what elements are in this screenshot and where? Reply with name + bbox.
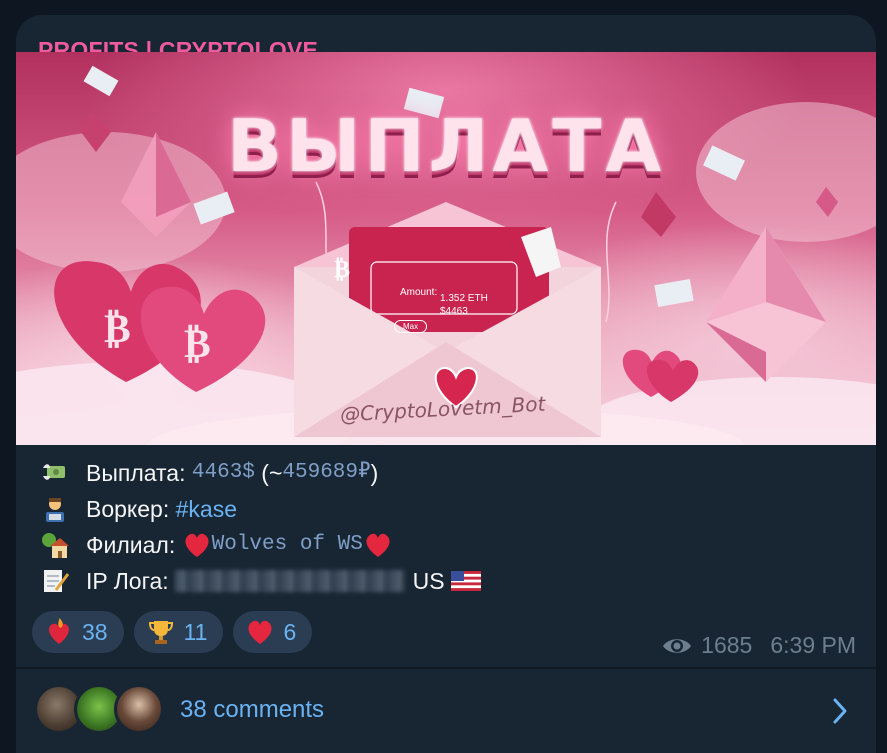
views-count: 1685 <box>701 632 753 658</box>
house-with-garden-icon <box>42 533 69 558</box>
banner-title: ВЫПЛАТА <box>226 104 666 188</box>
memo-icon <box>44 570 70 592</box>
branch-label: Филиал: <box>86 532 176 558</box>
message-text: Выплата: 4463$ (~ 459689₽) Воркер: #kase … <box>40 455 481 599</box>
payout-rub[interactable]: 459689₽ <box>282 455 370 491</box>
payout-open-paren: (~ <box>261 460 283 486</box>
svg-text:₿: ₿ <box>334 255 350 283</box>
us-flag-icon <box>451 571 481 591</box>
worker-line: Воркер: #kase <box>40 491 481 527</box>
comments-count-label[interactable]: 38 comments <box>180 696 324 724</box>
max-label: Max <box>394 320 428 333</box>
worker-label: Воркер: <box>86 496 170 522</box>
heart-on-fire-icon <box>49 618 69 644</box>
heart-icon <box>185 533 209 557</box>
message-meta: 1685 6:39 PM <box>661 632 856 659</box>
reaction-count: 11 <box>183 618 208 645</box>
money-with-wings-icon <box>43 464 65 480</box>
payout-amount[interactable]: 4463$ <box>192 455 255 491</box>
reaction-red-heart[interactable]: 6 <box>233 611 313 653</box>
avatar <box>114 684 164 734</box>
commenter-avatars <box>34 684 164 734</box>
eye-icon <box>663 638 692 653</box>
ip-country: US <box>412 568 445 594</box>
reaction-heart-on-fire[interactable]: 38 <box>32 611 124 653</box>
payout-close-paren: ) <box>370 460 379 486</box>
channel-post: PROFITS | CRYPTOLOVE ₿ ₿ ₿ ВЫПЛАТА Amoun… <box>16 15 876 753</box>
payout-line: Выплата: 4463$ (~ 459689₽) <box>40 455 481 491</box>
reaction-trophy[interactable]: 11 <box>133 611 224 653</box>
svg-text:₿: ₿ <box>184 321 211 367</box>
reaction-count: 38 <box>82 618 108 645</box>
payout-label: Выплата: <box>86 460 186 486</box>
reactions-bar: 38 11 6 <box>32 611 313 653</box>
branch-name: Wolves of WS <box>211 533 363 556</box>
heart-icon <box>366 533 390 557</box>
post-image[interactable]: ₿ ₿ ₿ ВЫПЛАТА Amount: Max 1.352 ETH $446… <box>16 52 876 445</box>
message-time: 6:39 PM <box>770 632 856 658</box>
reaction-count: 6 <box>283 618 297 645</box>
technologist-icon <box>46 498 64 522</box>
branch-line: Филиал: Wolves of WS <box>40 527 481 563</box>
svg-text:₿: ₿ <box>104 306 131 352</box>
ip-line: IP Лога: US <box>40 563 481 599</box>
ip-spoiler[interactable] <box>174 570 405 592</box>
trophy-icon <box>148 621 173 644</box>
comments-button[interactable]: 38 comments <box>16 670 876 753</box>
chevron-right-icon[interactable] <box>830 696 850 726</box>
worker-hashtag[interactable]: #kase <box>176 491 237 527</box>
divider <box>16 667 876 669</box>
amount-label: Amount: <box>400 287 438 298</box>
red-heart-icon <box>248 620 273 644</box>
usd-amount: $4463 <box>440 306 468 317</box>
eth-amount: 1.352 ETH <box>440 293 488 304</box>
eth-amount-block: 1.352 ETH $4463 <box>440 292 488 318</box>
ip-label: IP Лога: <box>86 568 169 594</box>
